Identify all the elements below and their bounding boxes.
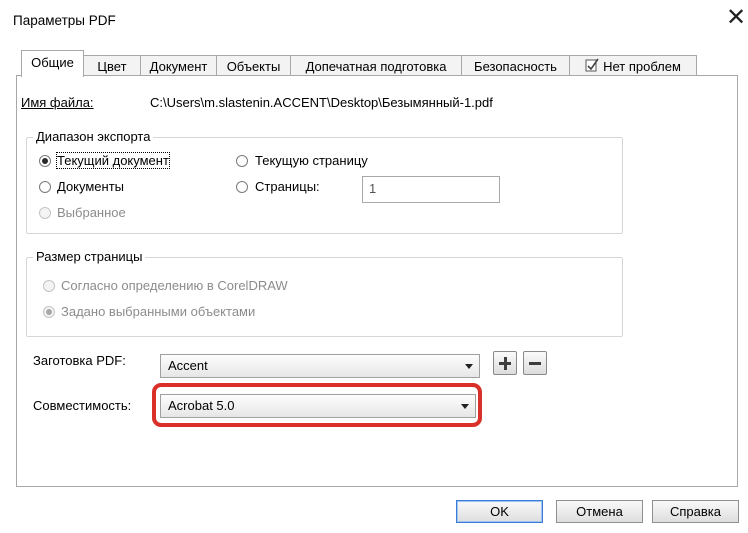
- add-preset-button[interactable]: [493, 351, 517, 375]
- close-icon[interactable]: ✕: [725, 4, 747, 32]
- selected-label[interactable]: Выбранное: [57, 205, 126, 220]
- tab-document[interactable]: Документ: [140, 55, 217, 76]
- file-name-value: C:\Users\m.slastenin.ACCENT\Desktop\Безы…: [150, 95, 493, 110]
- radio-current-page[interactable]: [236, 155, 248, 167]
- window-title: Параметры PDF: [13, 13, 116, 28]
- radio-documents[interactable]: [39, 181, 51, 193]
- cancel-button[interactable]: Отмена: [556, 500, 643, 523]
- tab-color[interactable]: Цвет: [83, 55, 141, 76]
- help-button[interactable]: Справка: [652, 500, 739, 523]
- radio-coreldraw-size[interactable]: [43, 280, 55, 292]
- tab-general[interactable]: Общие: [21, 50, 84, 77]
- pages-label[interactable]: Страницы:: [255, 179, 320, 194]
- radio-current-document[interactable]: [39, 155, 51, 167]
- export-range-title: Диапазон экспорта: [33, 129, 154, 144]
- radio-selected-objects[interactable]: [43, 306, 55, 318]
- page-size-group: Размер страницы: [26, 249, 623, 337]
- pdf-preset-select[interactable]: Accent: [160, 354, 480, 378]
- remove-preset-button[interactable]: [523, 351, 547, 375]
- tab-prepress[interactable]: Допечатная подготовка: [290, 55, 462, 76]
- radio-selected[interactable]: [39, 207, 51, 219]
- radio-pages[interactable]: [236, 181, 248, 193]
- compatibility-label: Совместимость:: [33, 398, 132, 413]
- tab-objects[interactable]: Объекты: [216, 55, 291, 76]
- title-bar[interactable]: Параметры PDF ✕: [0, 0, 748, 40]
- documents-label[interactable]: Документы: [57, 179, 124, 194]
- file-name-label: Имя файла:: [21, 95, 94, 110]
- tab-no-issues[interactable]: Нет проблем: [569, 55, 697, 76]
- pdf-preset-label: Заготовка PDF:: [33, 353, 126, 368]
- chevron-down-icon: [465, 364, 473, 369]
- current-page-label[interactable]: Текущую страницу: [255, 153, 368, 168]
- pages-input[interactable]: 1: [362, 176, 500, 203]
- page-size-title: Размер страницы: [33, 249, 146, 264]
- highlight-box: [152, 383, 482, 427]
- tab-security[interactable]: Безопасность: [461, 55, 570, 76]
- selected-objects-label[interactable]: Задано выбранными объектами: [61, 304, 255, 319]
- coreldraw-size-label[interactable]: Согласно определению в CorelDRAW: [61, 278, 288, 293]
- current-document-label[interactable]: Текущий документ: [56, 152, 170, 169]
- ok-button[interactable]: OK: [456, 500, 543, 523]
